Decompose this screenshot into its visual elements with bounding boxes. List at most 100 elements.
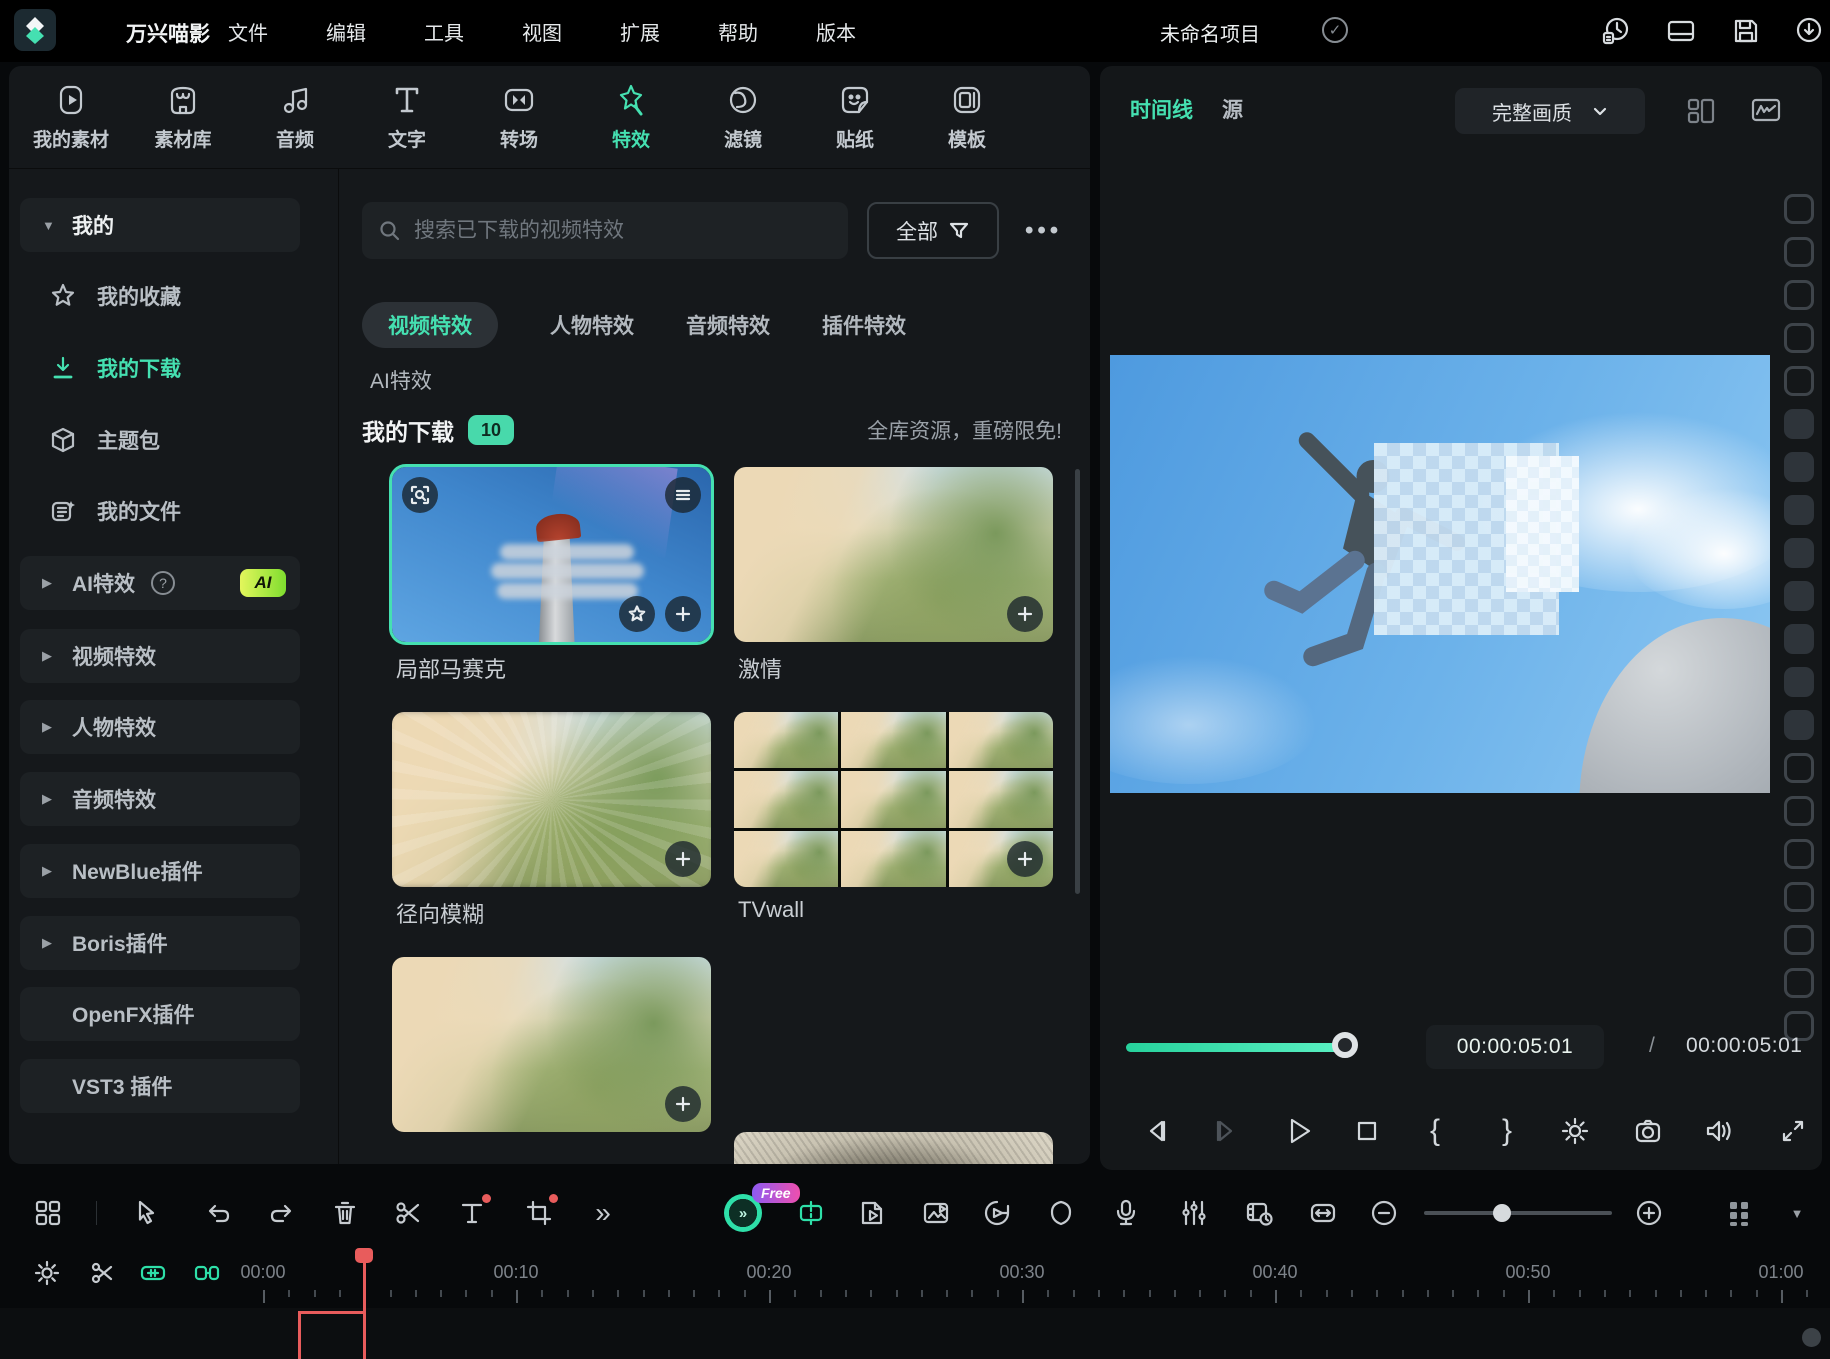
- speed-clip-icon[interactable]: [855, 1196, 889, 1230]
- sidebar-group-audio-effects[interactable]: ▶ 音频特效: [20, 772, 300, 826]
- volume-icon[interactable]: [1701, 1114, 1735, 1148]
- sidebar-group-openfx-plugins[interactable]: OpenFX插件: [20, 987, 300, 1041]
- split-icon[interactable]: [391, 1196, 425, 1230]
- delete-icon[interactable]: [328, 1196, 362, 1230]
- menu-file[interactable]: 文件: [228, 17, 268, 46]
- stop-button[interactable]: [1350, 1114, 1384, 1148]
- tab-templates[interactable]: 模板: [911, 66, 1023, 168]
- track-manager-icon[interactable]: [1723, 1196, 1757, 1230]
- add-effect-icon[interactable]: [1007, 841, 1043, 877]
- save-icon[interactable]: [1730, 15, 1762, 47]
- category-video-effects[interactable]: 视频特效: [362, 302, 498, 348]
- menu-view[interactable]: 视图: [522, 17, 562, 46]
- scope-icon[interactable]: [1750, 94, 1784, 128]
- quality-dropdown[interactable]: 完整画质: [1455, 88, 1645, 134]
- filter-all-button[interactable]: 全部: [867, 202, 999, 259]
- sidebar-item-theme-packs[interactable]: 主题包: [49, 420, 309, 460]
- sidebar-item-my-files[interactable]: 我的文件: [49, 491, 309, 531]
- playhead-handle[interactable]: [355, 1248, 373, 1263]
- search-input[interactable]: [414, 219, 832, 243]
- zoom-out-icon[interactable]: [1367, 1196, 1401, 1230]
- preview-tab-source[interactable]: 源: [1222, 94, 1243, 124]
- seek-knob[interactable]: [1332, 1032, 1358, 1058]
- seek-bar[interactable]: [1126, 1043, 1344, 1052]
- ripple-toggle-icon[interactable]: [192, 1258, 222, 1288]
- undo-icon[interactable]: [202, 1196, 236, 1230]
- playhead[interactable]: [363, 1252, 366, 1359]
- fullscreen-icon[interactable]: [1776, 1114, 1810, 1148]
- select-tool-icon[interactable]: [129, 1196, 163, 1230]
- video-preview[interactable]: [1110, 355, 1770, 793]
- unlink-clips-icon[interactable]: [88, 1258, 118, 1288]
- adjust-icon[interactable]: [1177, 1196, 1211, 1230]
- freeze-frame-icon[interactable]: [919, 1196, 953, 1230]
- sidebar-group-boris-plugins[interactable]: ▶ Boris插件: [20, 916, 300, 970]
- more-tools-icon[interactable]: »: [586, 1196, 620, 1230]
- tab-transitions[interactable]: 转场: [463, 66, 575, 168]
- media-browser-icon[interactable]: [31, 1196, 65, 1230]
- tab-my-media[interactable]: 我的素材: [15, 66, 127, 168]
- sidebar-item-downloads[interactable]: 我的下载: [49, 348, 309, 388]
- menu-edit[interactable]: 编辑: [326, 17, 366, 46]
- current-timecode[interactable]: 00:00:05:01: [1426, 1025, 1604, 1069]
- timeline-zoom-knob[interactable]: [1493, 1204, 1511, 1222]
- add-effect-icon[interactable]: [665, 841, 701, 877]
- category-audio-effects[interactable]: 音频特效: [686, 302, 770, 348]
- effect-card[interactable]: [392, 957, 711, 1132]
- effect-card-radial-blur[interactable]: [392, 712, 711, 887]
- category-plugin-effects[interactable]: 插件特效: [822, 302, 906, 348]
- favorite-icon[interactable]: [619, 596, 655, 632]
- auto-ripple-icon[interactable]: [1306, 1196, 1340, 1230]
- redo-icon[interactable]: [264, 1196, 298, 1230]
- timeline-tracks[interactable]: [0, 1308, 1830, 1359]
- add-effect-icon[interactable]: [1007, 596, 1043, 632]
- sidebar-group-ai-effects[interactable]: ▶ AI特效 ? AI: [20, 556, 300, 610]
- sidebar-group-video-effects[interactable]: ▶ 视频特效: [20, 629, 300, 683]
- effect-card-tvwall[interactable]: [734, 712, 1053, 887]
- more-options-button[interactable]: •••: [1025, 217, 1065, 243]
- sidebar-group-person-effects[interactable]: ▶ 人物特效: [20, 700, 300, 754]
- tab-stickers[interactable]: 贴纸: [799, 66, 911, 168]
- split-view-icon[interactable]: [1685, 94, 1719, 128]
- record-voiceover-icon[interactable]: [1109, 1196, 1143, 1230]
- menu-version[interactable]: 版本: [816, 17, 856, 46]
- smart-split-icon[interactable]: [794, 1196, 828, 1230]
- tab-filters[interactable]: 滤镜: [687, 66, 799, 168]
- mask-icon[interactable]: [1044, 1196, 1078, 1230]
- category-ai-effects[interactable]: AI特效: [370, 365, 432, 395]
- scan-face-icon[interactable]: [402, 477, 438, 513]
- timeline-zoom-slider[interactable]: [1424, 1211, 1612, 1215]
- sidebar-group-vst3-plugins[interactable]: VST3 插件: [20, 1059, 300, 1113]
- help-icon[interactable]: ?: [151, 571, 175, 595]
- add-effect-icon[interactable]: [665, 1086, 701, 1122]
- layout-icon[interactable]: [1665, 15, 1697, 47]
- text-tool-icon[interactable]: [455, 1196, 489, 1230]
- crop-tool-icon[interactable]: [522, 1196, 556, 1230]
- menu-icon[interactable]: [665, 477, 701, 513]
- scrollbar[interactable]: [1075, 469, 1080, 894]
- mark-out-button[interactable]: }: [1490, 1114, 1524, 1148]
- menu-extensions[interactable]: 扩展: [620, 17, 660, 46]
- tab-stock-media[interactable]: 素材库: [127, 66, 239, 168]
- track-manager-dropdown-icon[interactable]: ▼: [1780, 1196, 1814, 1230]
- export-icon[interactable]: [1793, 15, 1825, 47]
- play-button[interactable]: [1282, 1114, 1316, 1148]
- scroll-knob[interactable]: [1802, 1328, 1821, 1347]
- add-effect-icon[interactable]: [665, 596, 701, 632]
- tab-audio[interactable]: 音频: [239, 66, 351, 168]
- next-frame-button[interactable]: [1208, 1114, 1242, 1148]
- effect-card[interactable]: [734, 1132, 1053, 1164]
- sidebar-group-newblue-plugins[interactable]: ▶ NewBlue插件: [20, 844, 300, 898]
- mark-in-button[interactable]: {: [1418, 1114, 1452, 1148]
- link-marker-icon[interactable]: [138, 1258, 168, 1288]
- sidebar-group-mine[interactable]: ▼ 我的: [20, 198, 300, 252]
- timeline-settings-icon[interactable]: [32, 1258, 62, 1288]
- tab-effects[interactable]: 特效: [575, 66, 687, 168]
- zoom-in-icon[interactable]: [1632, 1196, 1666, 1230]
- menu-help[interactable]: 帮助: [718, 17, 758, 46]
- effect-card-mosaic[interactable]: [392, 467, 711, 642]
- previous-frame-button[interactable]: [1140, 1114, 1174, 1148]
- snapshot-icon[interactable]: [1631, 1114, 1665, 1148]
- playback-settings-icon[interactable]: [1558, 1114, 1592, 1148]
- speed-ramp-icon[interactable]: [980, 1196, 1014, 1230]
